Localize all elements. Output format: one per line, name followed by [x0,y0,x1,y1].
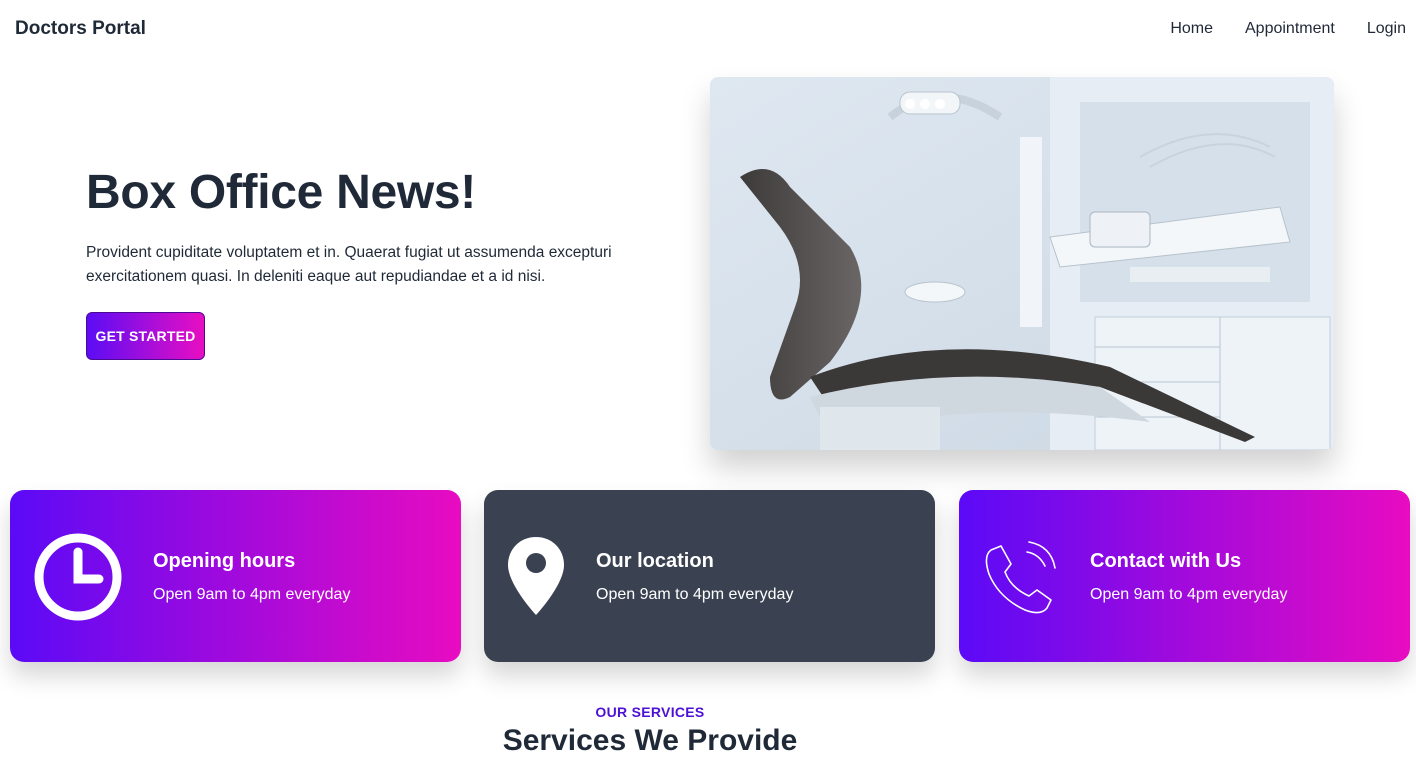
card-title: Opening hours [153,550,296,572]
hero-title: Box Office News! [86,166,476,219]
services-kicker: OUR SERVICES [595,704,705,720]
nav-links: Home Appointment Login [1154,20,1406,38]
hero-image [710,77,1334,450]
card-title: Contact with Us [1090,550,1242,572]
nav-link-appointment[interactable]: Appointment [1229,20,1351,38]
nav-link-home[interactable]: Home [1154,20,1229,38]
dental-chair-illustration [710,77,1334,450]
location-card: Our location Open 9am to 4pm everyday [484,490,935,662]
clock-icon [33,532,123,627]
services-title: Services We Provide [502,724,798,757]
nav-link-login[interactable]: Login [1351,20,1406,38]
location-pin-icon [506,535,566,622]
hero-description: Provident cupiditate voluptatem et in. Q… [86,244,612,285]
phone-icon [981,538,1061,623]
brand-logo[interactable]: Doctors Portal [15,18,146,40]
card-title: Our location [596,550,714,572]
card-text: Open 9am to 4pm everyday [596,586,794,603]
contact-card: Contact with Us Open 9am to 4pm everyday [959,490,1410,662]
card-text: Open 9am to 4pm everyday [1090,586,1288,603]
navbar: Doctors Portal Home Appointment Login [0,0,1416,60]
opening-hours-card: Opening hours Open 9am to 4pm everyday [10,490,461,662]
get-started-button[interactable]: GET STARTED [86,312,205,360]
card-text: Open 9am to 4pm everyday [153,586,351,603]
